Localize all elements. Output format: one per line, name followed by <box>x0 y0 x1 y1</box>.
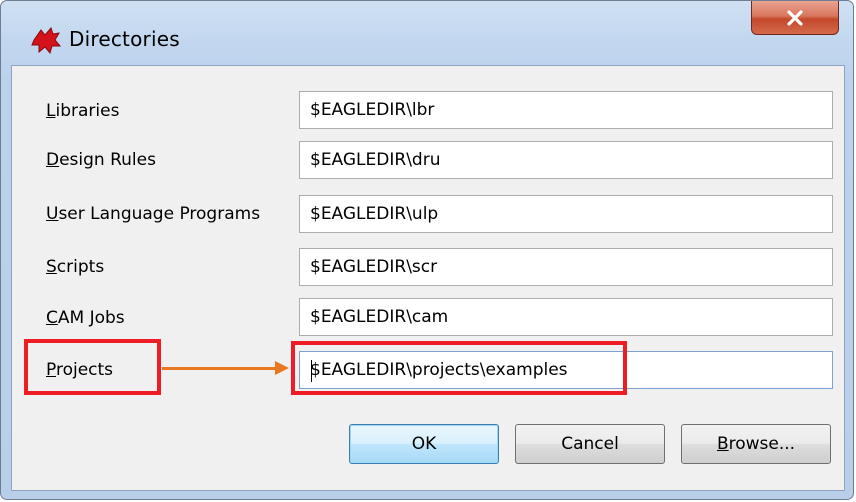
user-language-programs-label: User Language Programs <box>46 204 261 224</box>
close-button[interactable] <box>751 1 839 35</box>
dialog-content: Libraries $EAGLEDIR\lbr Design Rules $EA… <box>11 65 845 491</box>
scripts-label: Scripts <box>46 257 105 277</box>
annotation-arrow-head-icon <box>275 361 289 375</box>
browse-button[interactable]: Browse... <box>681 424 831 464</box>
cancel-button[interactable]: Cancel <box>515 424 665 464</box>
directories-dialog: Directories Libraries $EAGLEDIR\lbr Desi… <box>0 0 854 500</box>
cam-jobs-path-input[interactable]: $EAGLEDIR\cam <box>299 298 833 336</box>
design-rules-label: Design Rules <box>46 150 156 170</box>
annotation-arrow-line <box>162 367 277 370</box>
window-title: Directories <box>69 27 180 51</box>
projects-label-highlight-box <box>24 339 161 395</box>
libraries-path-input[interactable]: $EAGLEDIR\lbr <box>299 91 833 129</box>
libraries-label: Libraries <box>46 101 120 121</box>
ulp-path-input[interactable]: $EAGLEDIR\ulp <box>299 195 833 233</box>
projects-path-highlight-box <box>291 341 627 395</box>
close-icon <box>787 9 803 26</box>
eagle-app-icon <box>31 27 61 54</box>
design-rules-path-input[interactable]: $EAGLEDIR\dru <box>299 141 833 179</box>
cam-jobs-label: CAM Jobs <box>46 308 125 328</box>
scripts-path-input[interactable]: $EAGLEDIR\scr <box>299 248 833 286</box>
ok-button[interactable]: OK <box>349 424 499 464</box>
